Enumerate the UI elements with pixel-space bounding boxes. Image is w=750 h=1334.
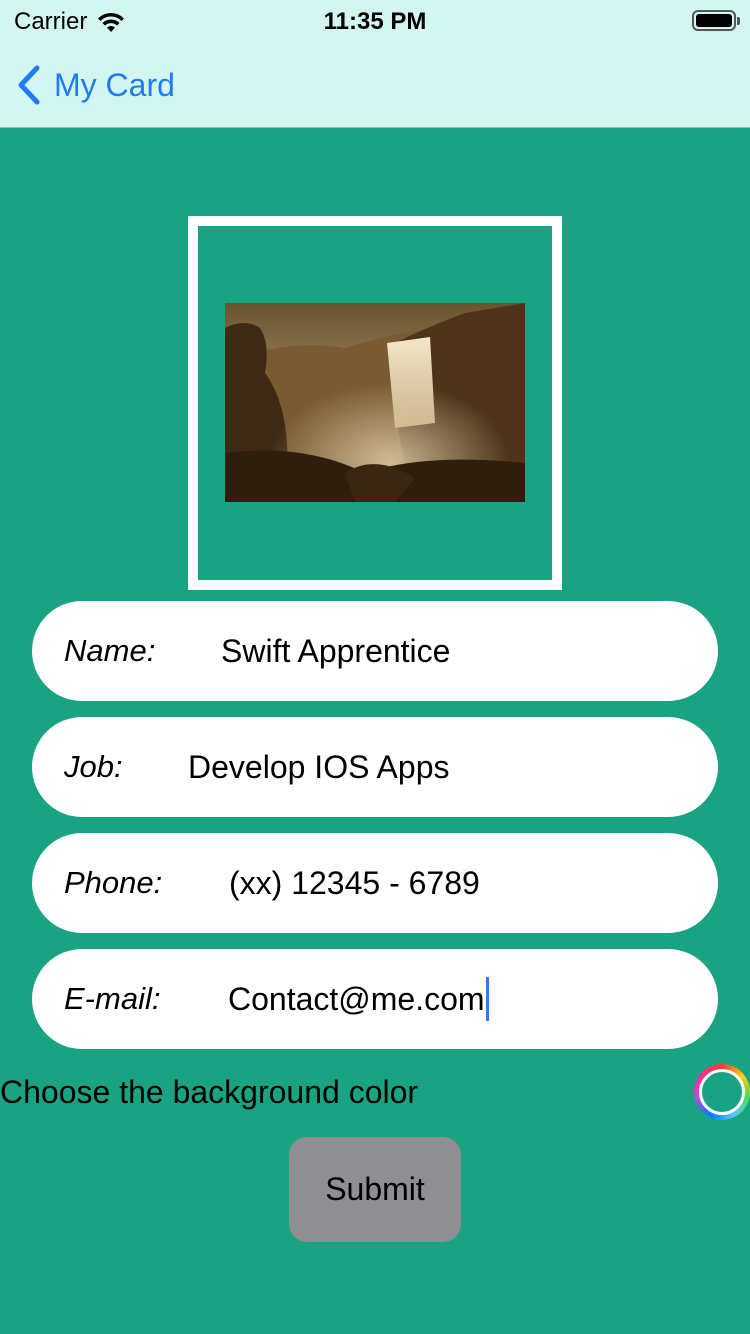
color-picker-button[interactable] — [694, 1064, 750, 1120]
text-cursor — [485, 976, 489, 1021]
job-label: Job: — [64, 749, 123, 784]
email-label: E-mail: — [64, 981, 161, 1016]
email-field[interactable]: E-mail: Contact@me.com — [32, 949, 718, 1049]
submit-button[interactable]: Submit — [289, 1137, 461, 1242]
job-field[interactable]: Job: Develop IOS Apps — [32, 717, 718, 817]
back-button-label: My Card — [54, 66, 175, 103]
navigation-bar: Carrier 11:35 PM My Card — [0, 0, 750, 128]
color-well-swatch — [699, 1069, 745, 1115]
phone-field[interactable]: Phone: (xx) 12345 - 6789 — [32, 833, 718, 933]
name-field[interactable]: Name: Swift Apprentice — [32, 601, 718, 701]
name-label: Name: — [64, 633, 156, 668]
back-button[interactable]: My Card — [16, 62, 175, 108]
email-input-wrapper[interactable]: Contact@me.com — [228, 949, 489, 1049]
phone-input[interactable]: (xx) 12345 - 6789 — [229, 833, 480, 933]
status-time: 11:35 PM — [323, 8, 427, 35]
phone-label: Phone: — [64, 865, 163, 900]
email-input[interactable]: Contact@me.com — [228, 981, 485, 1017]
background-color-label: Choose the background color — [0, 1074, 419, 1110]
waterfall-photo-icon — [225, 303, 525, 502]
job-input[interactable]: Develop IOS Apps — [188, 717, 449, 817]
chevron-left-icon — [18, 65, 40, 105]
battery-icon — [692, 10, 740, 31]
profile-photo[interactable] — [225, 303, 525, 502]
name-input[interactable]: Swift Apprentice — [221, 601, 450, 701]
